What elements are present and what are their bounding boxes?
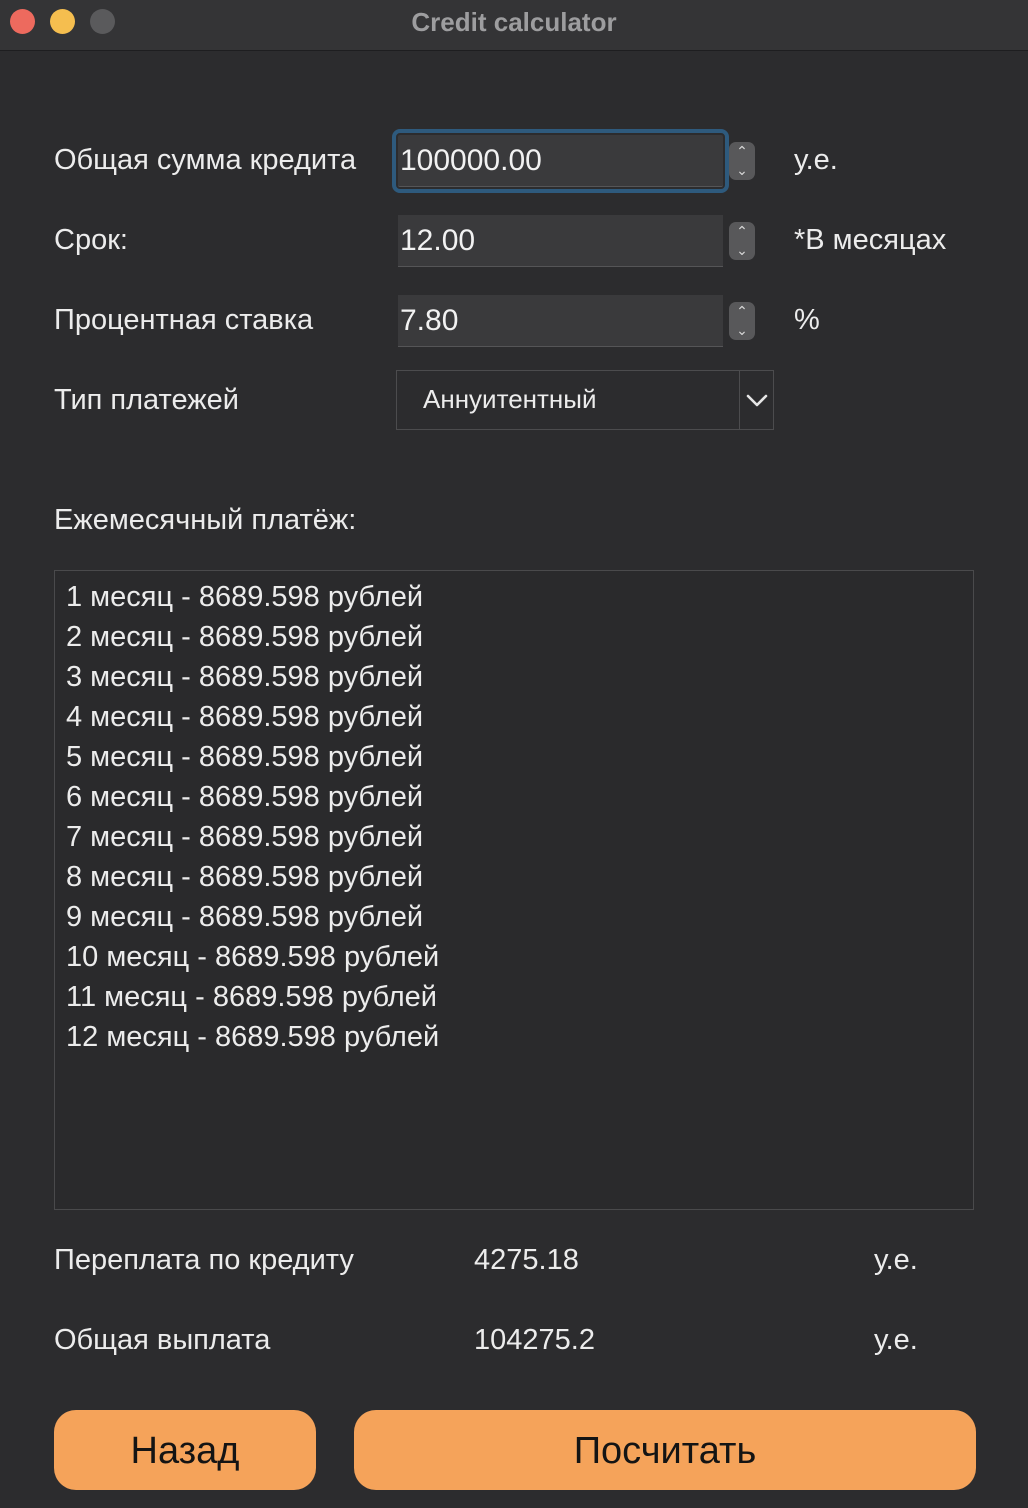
payment-type-select[interactable]: Аннуитентный	[396, 370, 774, 430]
list-item[interactable]: 2 месяц - 8689.598 рублей	[66, 617, 962, 657]
list-item[interactable]: 12 месяц - 8689.598 рублей	[66, 1017, 962, 1057]
amount-input[interactable]	[398, 135, 723, 186]
payment-type-selected: Аннуитентный	[423, 384, 597, 414]
chevron-up-icon[interactable]: ⌃	[729, 222, 755, 241]
payment-type-label: Тип платежей	[54, 384, 240, 416]
term-label: Срок:	[54, 224, 128, 256]
chevron-down-icon[interactable]: ⌄	[729, 321, 755, 340]
list-item[interactable]: 10 месяц - 8689.598 рублей	[66, 937, 962, 977]
chevron-up-icon[interactable]: ⌃	[729, 142, 755, 161]
rate-unit: %	[794, 304, 820, 336]
total-payment-label: Общая выплата	[54, 1324, 271, 1356]
monthly-payment-label: Ежемесячный платёж:	[54, 504, 357, 536]
overpayment-label: Переплата по кредиту	[54, 1244, 354, 1276]
rate-spinbox[interactable]	[398, 295, 723, 347]
list-item[interactable]: 7 месяц - 8689.598 рублей	[66, 817, 962, 857]
list-item[interactable]: 4 месяц - 8689.598 рублей	[66, 697, 962, 737]
total-payment-value: 104275.2	[474, 1324, 595, 1356]
chevron-down-icon[interactable]: ⌄	[729, 161, 755, 180]
window-title: Credit calculator	[411, 7, 617, 37]
amount-label: Общая сумма кредита	[54, 144, 357, 176]
rate-stepper[interactable]: ⌃ ⌄	[729, 302, 755, 340]
overpayment-unit: у.е.	[874, 1244, 918, 1276]
list-item[interactable]: 3 месяц - 8689.598 рублей	[66, 657, 962, 697]
amount-unit: у.е.	[794, 144, 838, 176]
amount-spinbox[interactable]	[392, 129, 729, 193]
list-item[interactable]: 1 месяц - 8689.598 рублей	[66, 577, 962, 617]
term-spinbox[interactable]	[398, 215, 723, 267]
list-item[interactable]: 5 месяц - 8689.598 рублей	[66, 737, 962, 777]
monthly-payments-list[interactable]: 1 месяц - 8689.598 рублей 2 месяц - 8689.…	[54, 570, 974, 1210]
overpayment-value: 4275.18	[474, 1244, 579, 1276]
amount-stepper[interactable]: ⌃ ⌄	[729, 142, 755, 180]
term-stepper[interactable]: ⌃ ⌄	[729, 222, 755, 260]
chevron-down-icon	[746, 394, 768, 407]
list-item[interactable]: 6 месяц - 8689.598 рублей	[66, 777, 962, 817]
term-unit: *В месяцах	[794, 224, 947, 256]
chevron-down-icon[interactable]: ⌄	[729, 241, 755, 260]
rate-input[interactable]	[398, 295, 723, 346]
back-button[interactable]: Назад	[54, 1410, 316, 1490]
rate-label: Процентная ставка	[54, 304, 314, 336]
list-item[interactable]: 9 месяц - 8689.598 рублей	[66, 897, 962, 937]
total-payment-unit: у.е.	[874, 1324, 918, 1356]
app-window: Credit calculator Общая сумма кредита ⌃ …	[0, 0, 1028, 1508]
calculate-button[interactable]: Посчитать	[354, 1410, 976, 1490]
list-item[interactable]: 11 месяц - 8689.598 рублей	[66, 977, 962, 1017]
combo-arrow[interactable]	[739, 371, 773, 429]
title-bar: Credit calculator	[0, 0, 1028, 51]
term-input[interactable]	[398, 215, 723, 266]
list-item[interactable]: 8 месяц - 8689.598 рублей	[66, 857, 962, 897]
chevron-up-icon[interactable]: ⌃	[729, 302, 755, 321]
